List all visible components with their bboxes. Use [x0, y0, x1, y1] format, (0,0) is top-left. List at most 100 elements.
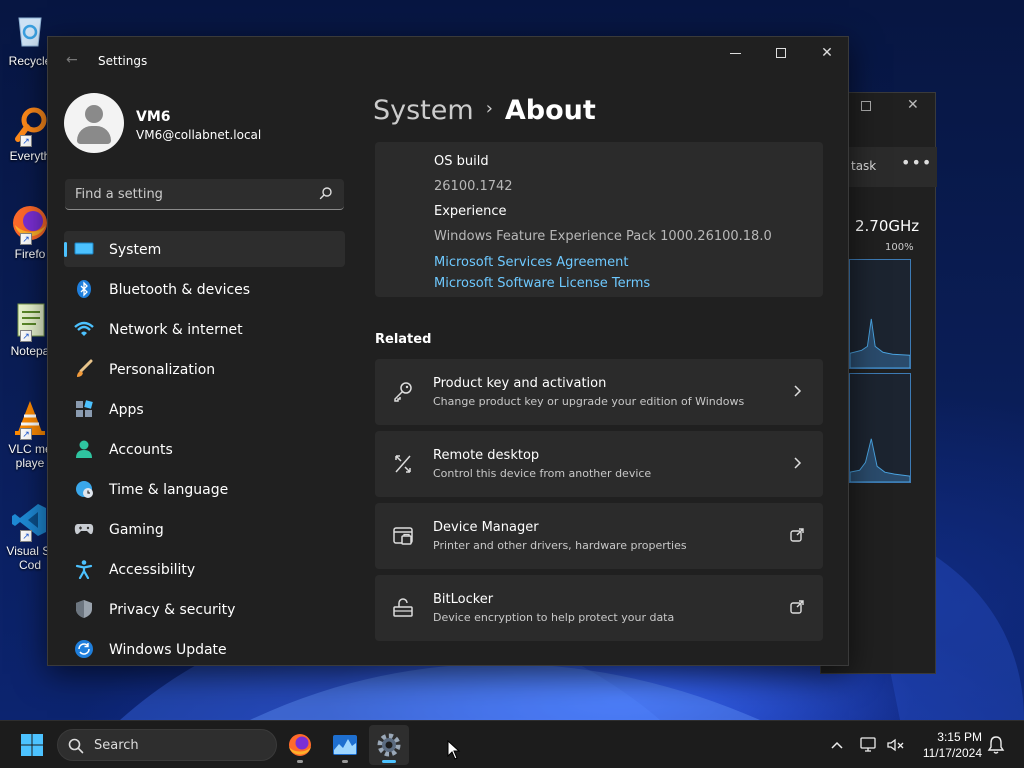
- remote-desktop-card[interactable]: Remote desktop Control this device from …: [375, 431, 823, 497]
- find-setting-input[interactable]: [65, 179, 305, 209]
- breadcrumb-separator-icon: ›: [485, 98, 493, 119]
- sidebar-item-privacy-security[interactable]: Privacy & security: [64, 591, 345, 627]
- sidebar-item-system[interactable]: System: [64, 231, 345, 267]
- volume-muted-icon[interactable]: [886, 735, 906, 755]
- shield-icon: [74, 599, 94, 619]
- cpu-speed: 2.70GHz: [855, 217, 920, 235]
- avatar-head: [85, 105, 103, 123]
- accounts-icon: [74, 439, 94, 459]
- system-clock[interactable]: 3:15 PM 11/17/2024: [912, 729, 982, 761]
- more-options-icon[interactable]: •••: [901, 153, 932, 172]
- sidebar-item-personalization[interactable]: Personalization: [64, 351, 345, 387]
- experience-label: Experience: [434, 204, 507, 219]
- sidebar-item-time-language[interactable]: Time & language: [64, 471, 345, 507]
- device-manager-card[interactable]: Device Manager Printer and other drivers…: [375, 503, 823, 569]
- card-title: BitLocker: [433, 592, 494, 607]
- external-link-icon: [790, 528, 804, 542]
- avatar[interactable]: [64, 93, 124, 153]
- sidebar-item-label: Personalization: [109, 362, 216, 378]
- vscode-icon: ↗: [10, 500, 50, 542]
- sidebar-item-network[interactable]: Network & internet: [64, 311, 345, 347]
- recycle-bin-icon: [10, 10, 50, 50]
- search-icon[interactable]: [319, 186, 333, 200]
- back-arrow-icon[interactable]: ←: [66, 52, 78, 68]
- card-subtitle: Device encryption to help protect your d…: [433, 611, 675, 624]
- taskbar-search-box[interactable]: Search: [57, 729, 277, 761]
- card-title: Remote desktop: [433, 448, 540, 463]
- gaming-icon: [74, 519, 94, 539]
- taskbar-app-settings[interactable]: [369, 725, 409, 765]
- accessibility-icon: [74, 559, 94, 579]
- gear-icon: [377, 733, 401, 757]
- run-task-label[interactable]: task: [851, 159, 876, 173]
- network-status-icon[interactable]: [859, 735, 879, 755]
- services-agreement-link[interactable]: Microsoft Services Agreement: [434, 255, 628, 270]
- license-terms-link[interactable]: Microsoft Software License Terms: [434, 276, 650, 291]
- sidebar-item-accounts[interactable]: Accounts: [64, 431, 345, 467]
- experience-value: Windows Feature Experience Pack 1000.261…: [434, 229, 772, 244]
- device-manager-icon: [393, 527, 413, 545]
- maximize-icon: [776, 48, 786, 58]
- find-setting-box[interactable]: [65, 179, 344, 210]
- firefox-icon: ↗: [10, 203, 50, 245]
- bitlocker-card[interactable]: BitLocker Device encryption to help prot…: [375, 575, 823, 641]
- brush-icon: [74, 359, 94, 379]
- notepad-icon: ↗: [10, 300, 50, 342]
- windows-specifications-card: OS build 26100.1742 Experience Windows F…: [375, 142, 823, 297]
- sidebar-item-label: Network & internet: [109, 322, 243, 338]
- firefox-icon: [289, 734, 311, 756]
- notification-bell-icon[interactable]: [987, 735, 1005, 755]
- network-icon: [74, 319, 94, 339]
- card-title: Product key and activation: [433, 376, 607, 391]
- maximize-button[interactable]: [758, 37, 804, 69]
- close-button[interactable]: ✕: [804, 37, 848, 69]
- page-title: About: [504, 95, 596, 126]
- sidebar-item-gaming[interactable]: Gaming: [64, 511, 345, 547]
- bitlocker-icon: [393, 598, 413, 617]
- settings-titlebar[interactable]: ← Settings ✕: [48, 37, 848, 85]
- vlc-cone-icon: ↗: [10, 398, 50, 440]
- shortcut-arrow-icon: ↗: [20, 428, 32, 440]
- taskbar-app-firefox[interactable]: [280, 725, 320, 765]
- sidebar-item-label: Gaming: [109, 522, 164, 538]
- card-subtitle: Control this device from another device: [433, 467, 652, 480]
- system-icon: [74, 239, 94, 259]
- chevron-right-icon: [794, 385, 802, 397]
- taskbar-search-label: Search: [94, 738, 139, 753]
- mouse-cursor-icon: [447, 740, 461, 760]
- time-language-icon: [74, 479, 94, 499]
- running-indicator: [342, 760, 348, 763]
- minimize-button[interactable]: [712, 37, 758, 69]
- chevron-up-icon[interactable]: [829, 737, 845, 753]
- breadcrumb: System › About: [373, 95, 596, 126]
- avatar-body: [77, 126, 111, 144]
- product-key-activation-card[interactable]: Product key and activation Change produc…: [375, 359, 823, 425]
- windows-start-icon[interactable]: [20, 733, 44, 757]
- card-subtitle: Printer and other drivers, hardware prop…: [433, 539, 687, 552]
- running-indicator: [382, 760, 396, 763]
- cpu-graph-1: [849, 259, 911, 369]
- maximize-icon[interactable]: [861, 101, 871, 111]
- sidebar-item-label: Windows Update: [109, 642, 227, 658]
- close-icon[interactable]: ✕: [907, 97, 919, 113]
- clock-date: 11/17/2024: [922, 746, 982, 760]
- running-indicator: [297, 760, 303, 763]
- key-icon: [394, 382, 412, 402]
- update-icon: [74, 639, 94, 659]
- taskbar-app-task-manager[interactable]: [325, 725, 365, 765]
- breadcrumb-parent[interactable]: System: [373, 95, 474, 126]
- sidebar-item-accessibility[interactable]: Accessibility: [64, 551, 345, 587]
- sidebar-item-windows-update[interactable]: Windows Update: [64, 631, 345, 665]
- search-icon: [68, 738, 84, 754]
- clock-time: 3:15 PM: [937, 730, 982, 744]
- shortcut-arrow-icon: ↗: [20, 135, 32, 147]
- sidebar-item-bluetooth[interactable]: Bluetooth & devices: [64, 271, 345, 307]
- settings-window[interactable]: ← Settings ✕ VM6 VM6@collabnet.local Sys…: [47, 36, 849, 666]
- sidebar-item-apps[interactable]: Apps: [64, 391, 345, 427]
- taskbar: Search 3:15 PM 11/17/2024: [0, 720, 1024, 768]
- everything-search-icon: ↗: [10, 105, 50, 147]
- sidebar-item-label: Apps: [109, 402, 144, 418]
- sidebar-nav: System Bluetooth & devices Network & int…: [64, 231, 345, 665]
- user-email: VM6@collabnet.local: [136, 128, 262, 142]
- bluetooth-icon: [74, 279, 94, 299]
